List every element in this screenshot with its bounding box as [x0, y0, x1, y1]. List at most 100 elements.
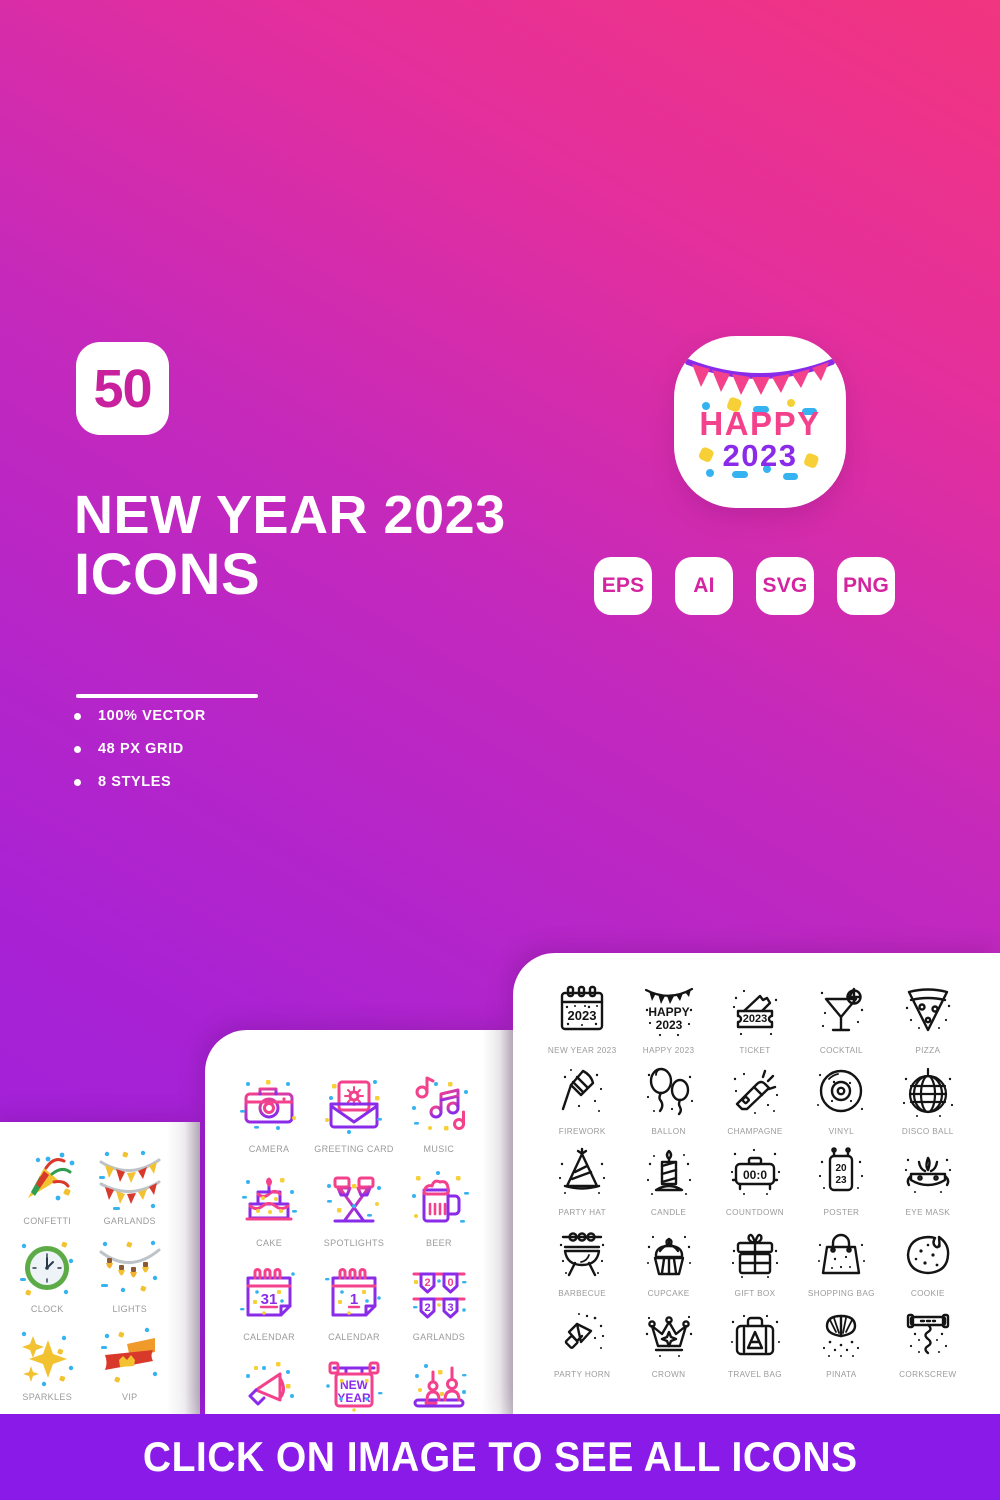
icon-cell-disco-ball[interactable]: DISCO BALL [885, 1061, 971, 1136]
icon-label: CONFETTI [23, 1216, 72, 1226]
ballon-icon [638, 1061, 700, 1123]
page-title-line2: ICONS [74, 542, 261, 608]
icon-cell-camera[interactable]: CAMERA [227, 1070, 311, 1154]
icon-cell-calendar-31[interactable]: 31 CALENDAR [227, 1258, 311, 1342]
icon-cell-garlands[interactable]: GARLANDS [89, 1146, 172, 1226]
icon-label: CROWN [651, 1370, 686, 1379]
icon-cell-beer[interactable]: BEER [397, 1164, 481, 1248]
party-hat-icon [551, 1142, 613, 1204]
cake-icon [234, 1164, 304, 1234]
icon-label: TICKET [739, 1046, 771, 1055]
calendar-day-number: 31 [261, 1291, 278, 1308]
icon-label: GIFT BOX [734, 1289, 776, 1298]
icon-cell-new-year-2023[interactable]: 2023 NEW YEAR 2023 [539, 980, 625, 1055]
cta-label: CLICK ON IMAGE TO SEE ALL ICONS [142, 1433, 858, 1480]
calendar-icon: 1 [319, 1258, 389, 1328]
icon-count-badge: 50 [76, 342, 169, 435]
happy-2023-logo-tile: HAPPY 2023 [674, 336, 846, 508]
icon-cell-pinata[interactable]: PINATA [798, 1304, 884, 1379]
icon-cell-greeting-card[interactable]: GREETING CARD [311, 1070, 397, 1154]
icon-cell-cocktail[interactable]: COCKTAIL [798, 980, 884, 1055]
icon-label: CAKE [256, 1238, 283, 1248]
greeting-card-icon [319, 1070, 389, 1140]
garlands-icon [97, 1146, 163, 1212]
icon-cell-barbecue[interactable]: BARBECUE [539, 1223, 625, 1298]
icon-cell-ballon[interactable]: BALLON [625, 1061, 711, 1136]
calendar-icon: 31 [234, 1258, 304, 1328]
icon-cell-clock[interactable]: CLOCK [6, 1234, 89, 1314]
icon-panel-flat: CONFETTI GARLANDS CLOCK LIGHTS SPARKLES … [0, 1122, 200, 1414]
icon-cell-vinyl[interactable]: VINYL [798, 1061, 884, 1136]
icon-cell-cake[interactable]: CAKE [227, 1164, 311, 1248]
icon-cell-firework[interactable]: FIREWORK [539, 1061, 625, 1136]
happy-2023-icon: HAPPY 2023 [638, 980, 700, 1042]
icon-cell-lights[interactable]: LIGHTS [89, 1234, 172, 1314]
firework-icon [551, 1061, 613, 1123]
poster-canvas: 50 NEW YEAR 2023 ICONS 100% VECTOR 48 PX… [0, 0, 1000, 1500]
travel-bag-icon [724, 1304, 786, 1366]
icon-cell-garlands[interactable]: 2 0 2 3 GARLANDS [397, 1258, 481, 1342]
poster-icon: 20 23 [810, 1142, 872, 1204]
svg-text:2: 2 [424, 1302, 430, 1314]
icon-cell-confetti[interactable]: CONFETTI [6, 1146, 89, 1226]
format-badge-eps[interactable]: EPS [594, 557, 652, 615]
cta-banner[interactable]: CLICK ON IMAGE TO SEE ALL ICONS [0, 1414, 1000, 1500]
icon-grid-gradient: CAMERA GREETING CARD MUSIC CAKE SPOTLIGH… [227, 1070, 481, 1436]
icon-cell-sparkles[interactable]: SPARKLES [6, 1322, 89, 1402]
confetti-icon [14, 1146, 80, 1212]
icon-label: PIZZA [915, 1046, 941, 1055]
icon-cell-corkscrew[interactable]: CORKSCREW [885, 1304, 971, 1379]
icon-cell-party-horn[interactable]: PARTY HORN [539, 1304, 625, 1379]
icon-cell-party-hat[interactable]: PARTY HAT [539, 1142, 625, 1217]
icon-cell-poster[interactable]: 20 23 POSTER [798, 1142, 884, 1217]
icon-cell-gift-box[interactable]: GIFT BOX [712, 1223, 798, 1298]
icon-cell-cookie[interactable]: COOKIE [885, 1223, 971, 1298]
eye-mask-icon [897, 1142, 959, 1204]
icon-label: BARBECUE [558, 1289, 607, 1298]
icon-label: SPOTLIGHTS [323, 1238, 385, 1248]
svg-text:NEW: NEW [340, 1378, 369, 1392]
panel-edge-shadow [166, 1122, 200, 1414]
vinyl-icon [810, 1061, 872, 1123]
icon-label: BALLON [651, 1127, 686, 1136]
icon-cell-cupcake[interactable]: CUPCAKE [625, 1223, 711, 1298]
icon-cell-countdown[interactable]: 00:0 COUNTDOWN [712, 1142, 798, 1217]
svg-text:23: 23 [836, 1175, 848, 1186]
corkscrew-icon [897, 1304, 959, 1366]
icon-cell-pizza[interactable]: PIZZA [885, 980, 971, 1055]
champagne-icon [724, 1061, 786, 1123]
garlands-icon: 2 0 2 3 [404, 1258, 474, 1328]
svg-text:20: 20 [836, 1163, 848, 1174]
feature-item: 8 STYLES [74, 774, 206, 790]
icon-cell-candle[interactable]: CANDLE [625, 1142, 711, 1217]
icon-cell-champagne[interactable]: CHAMPAGNE [712, 1061, 798, 1136]
icon-cell-eye-mask[interactable]: EYE MASK [885, 1142, 971, 1217]
icon-cell-vip[interactable]: VIP [89, 1322, 172, 1402]
icon-panel-line: 2023 NEW YEAR 2023 HAPPY 2023 HAPPY 2023… [513, 953, 1000, 1414]
lights-icon [97, 1234, 163, 1300]
icon-label: COCKTAIL [819, 1046, 863, 1055]
icon-cell-ticket[interactable]: 2023 TICKET [712, 980, 798, 1055]
clock-icon [14, 1234, 80, 1300]
icon-count-value: 50 [93, 358, 152, 419]
icon-label: CALENDAR [243, 1332, 295, 1342]
icon-cell-spotlights[interactable]: SPOTLIGHTS [311, 1164, 397, 1248]
icon-cell-music[interactable]: MUSIC [397, 1070, 481, 1154]
icon-label: CORKSCREW [899, 1370, 957, 1379]
svg-text:00:0: 00:0 [743, 1168, 767, 1182]
icon-cell-happy-2023[interactable]: HAPPY 2023 HAPPY 2023 [625, 980, 711, 1055]
format-badge-svg[interactable]: SVG [756, 557, 814, 615]
icon-grid-flat: CONFETTI GARLANDS CLOCK LIGHTS SPARKLES … [6, 1146, 171, 1402]
new-year-2023-icon: 2023 [551, 980, 613, 1042]
format-badge-png[interactable]: PNG [837, 557, 895, 615]
music-icon [404, 1070, 474, 1140]
icon-cell-shopping-bag[interactable]: SHOPPING BAG [798, 1223, 884, 1298]
icon-cell-travel-bag[interactable]: TRAVEL BAG [712, 1304, 798, 1379]
icon-grid-line: 2023 NEW YEAR 2023 HAPPY 2023 HAPPY 2023… [539, 980, 971, 1379]
icon-label: EYE MASK [905, 1208, 951, 1217]
format-badge-ai[interactable]: AI [675, 557, 733, 615]
page-title-line1: NEW YEAR 2023 [74, 485, 506, 545]
icon-cell-calendar-1[interactable]: 1 CALENDAR [311, 1258, 397, 1342]
icon-cell-crown[interactable]: CROWN [625, 1304, 711, 1379]
spotlights-icon [319, 1164, 389, 1234]
